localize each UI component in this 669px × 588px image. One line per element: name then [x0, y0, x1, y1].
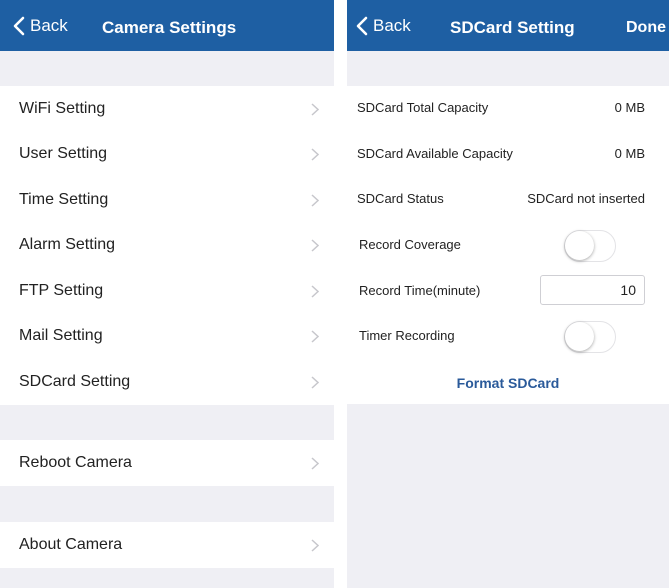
chevron-right-icon: [311, 457, 319, 470]
reboot-camera-item[interactable]: Reboot Camera: [0, 440, 334, 486]
settings-list: WiFi Setting User Setting Time Setting A…: [0, 86, 334, 405]
sdcard-status-row: SDCard Status SDCard not inserted: [347, 184, 669, 214]
item-label: Mail Setting: [19, 327, 103, 345]
format-sdcard-button[interactable]: Format SDCard: [347, 370, 669, 396]
total-capacity-label: SDCard Total Capacity: [357, 100, 489, 115]
chevron-right-icon: [311, 376, 319, 389]
sdcard-status-value: SDCard not inserted: [527, 191, 645, 206]
camera-settings-navbar: Back Camera Settings: [0, 0, 334, 51]
chevron-right-icon: [311, 103, 319, 116]
chevron-right-icon: [311, 539, 319, 552]
item-label: WiFi Setting: [19, 99, 106, 117]
record-time-label: Record Time(minute): [359, 283, 481, 298]
item-label: User Setting: [19, 145, 108, 163]
about-camera-item[interactable]: About Camera: [0, 522, 334, 568]
chevron-left-icon: [13, 16, 25, 35]
record-coverage-label: Record Coverage: [359, 237, 461, 252]
item-label: Time Setting: [19, 190, 109, 208]
ftp-setting-item[interactable]: FTP Setting: [0, 268, 334, 314]
total-capacity-value: 0 MB: [614, 100, 645, 115]
chevron-left-icon: [356, 16, 368, 35]
user-setting-item[interactable]: User Setting: [0, 132, 334, 178]
total-capacity-row: SDCard Total Capacity 0 MB: [347, 93, 669, 123]
time-setting-item[interactable]: Time Setting: [0, 177, 334, 223]
sdcard-info-panel: SDCard Total Capacity 0 MB SDCard Availa…: [347, 86, 669, 404]
sdcard-setting-item[interactable]: SDCard Setting: [0, 359, 334, 405]
sdcard-setting-screen: Back SDCard Setting Done SDCard Total Ca…: [347, 0, 669, 588]
chevron-right-icon: [311, 148, 319, 161]
item-label: FTP Setting: [19, 281, 104, 299]
item-label: Alarm Setting: [19, 236, 116, 254]
record-coverage-toggle[interactable]: [564, 230, 616, 262]
chevron-right-icon: [311, 330, 319, 343]
back-label: Back: [30, 15, 68, 35]
available-capacity-label: SDCard Available Capacity: [357, 146, 513, 161]
timer-recording-toggle[interactable]: [564, 321, 616, 353]
record-coverage-row: Record Coverage: [347, 230, 669, 260]
toggle-knob: [565, 231, 594, 260]
wifi-setting-item[interactable]: WiFi Setting: [0, 86, 334, 132]
chevron-right-icon: [311, 239, 319, 252]
about-group: About Camera: [0, 522, 334, 568]
camera-settings-screen: Back Camera Settings WiFi Setting User S…: [0, 0, 334, 588]
available-capacity-value: 0 MB: [614, 146, 645, 161]
sdcard-status-label: SDCard Status: [357, 191, 444, 206]
item-label: SDCard Setting: [19, 372, 131, 390]
chevron-right-icon: [311, 285, 319, 298]
sdcard-setting-navbar: Back SDCard Setting Done: [347, 0, 669, 51]
available-capacity-row: SDCard Available Capacity 0 MB: [347, 139, 669, 169]
item-label: Reboot Camera: [19, 453, 132, 471]
page-title: SDCard Setting: [450, 18, 575, 37]
back-button[interactable]: Back: [13, 0, 68, 51]
alarm-setting-item[interactable]: Alarm Setting: [0, 223, 334, 269]
item-label: About Camera: [19, 535, 123, 553]
reboot-group: Reboot Camera: [0, 440, 334, 486]
done-button[interactable]: Done: [626, 0, 666, 51]
back-button[interactable]: Back: [356, 0, 411, 51]
timer-recording-row: Timer Recording: [347, 321, 669, 351]
page-title: Camera Settings: [102, 18, 237, 37]
chevron-right-icon: [311, 194, 319, 207]
toggle-knob: [565, 322, 594, 351]
back-label: Back: [373, 15, 411, 35]
screenshot-stage: Back Camera Settings WiFi Setting User S…: [0, 0, 669, 588]
timer-recording-label: Timer Recording: [359, 328, 455, 343]
mail-setting-item[interactable]: Mail Setting: [0, 314, 334, 360]
record-time-input[interactable]: [540, 275, 645, 305]
